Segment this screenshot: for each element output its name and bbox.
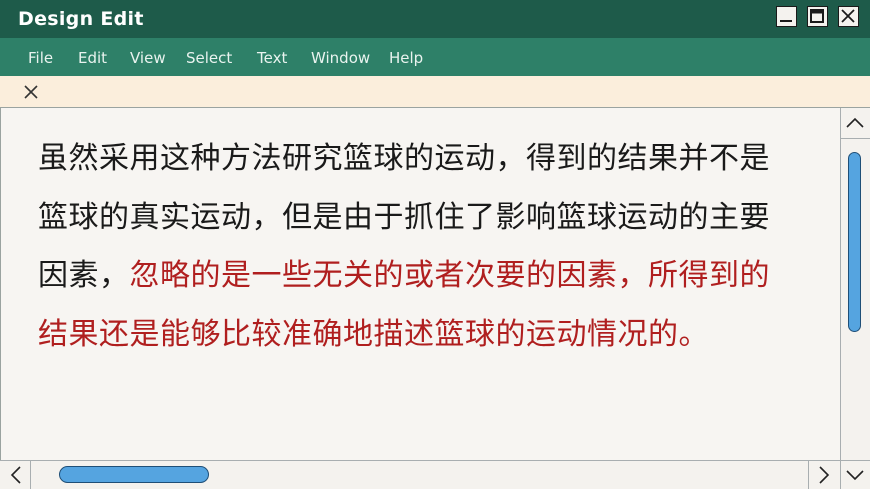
scroll-left-divider: [30, 460, 31, 489]
document-area[interactable]: 虽然采用这种方法研究篮球的运动，得到的结果并不是 篮球的真实运动，但是由于抓住了…: [0, 108, 840, 460]
maximize-button[interactable]: [807, 6, 828, 27]
scroll-up-divider: [840, 138, 870, 139]
scroll-right-divider: [808, 460, 809, 489]
text-line-3-normal: 因素，: [38, 258, 130, 293]
notice-close-icon[interactable]: [24, 85, 38, 99]
text-line-2: 篮球的真实运动，但是由于抓住了影响篮球运动的主要: [38, 200, 770, 235]
menu-file[interactable]: File: [28, 49, 53, 67]
menu-select[interactable]: Select: [186, 49, 232, 67]
scroll-down-icon[interactable]: [845, 467, 865, 483]
title-bar: Design Edit: [0, 0, 870, 38]
text-line-3: 因素，忽略的是一些无关的或者次要的因素，所得到的: [38, 250, 770, 294]
text-line-4-highlight: 结果还是能够比较准确地描述篮球的运动情况的。: [38, 317, 709, 352]
menu-edit[interactable]: Edit: [78, 49, 107, 67]
minimize-button[interactable]: [776, 6, 797, 27]
menu-window[interactable]: Window: [311, 49, 370, 67]
menu-view[interactable]: View: [130, 49, 166, 67]
close-icon: [841, 9, 855, 23]
horizontal-scroll-thumb[interactable]: [59, 466, 209, 483]
text-line-3-highlight: 忽略的是一些无关的或者次要的因素，所得到的: [129, 258, 770, 293]
vertical-scroll-thumb[interactable]: [848, 152, 861, 332]
menu-help[interactable]: Help: [389, 49, 423, 67]
scroll-corner-divider: [840, 460, 841, 489]
text-line-1: 虽然采用这种方法研究篮球的运动，得到的结果并不是: [38, 141, 770, 176]
window-title: Design Edit: [18, 8, 144, 30]
scroll-right-icon[interactable]: [816, 465, 832, 485]
menu-text[interactable]: Text: [257, 49, 287, 67]
minimize-icon: [780, 20, 792, 22]
scroll-left-icon[interactable]: [8, 465, 24, 485]
close-button[interactable]: [838, 6, 859, 27]
maximize-icon: [810, 9, 824, 23]
notice-bar: [0, 76, 870, 108]
scroll-up-icon[interactable]: [845, 115, 865, 131]
menu-bar: File Edit View Select Text Window Help: [0, 38, 870, 76]
